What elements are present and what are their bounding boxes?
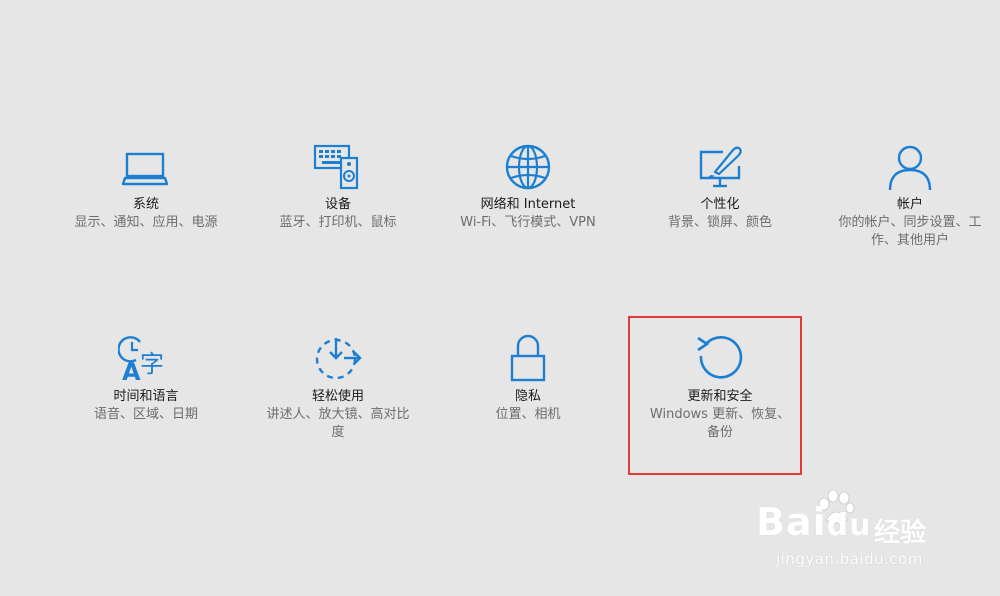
- watermark-subtitle: 经验: [874, 518, 927, 548]
- tile-description: 位置、相机: [495, 407, 561, 422]
- tile-accounts[interactable]: 帐户 你的帐户、同步设置、工作、其他用户: [820, 144, 1000, 250]
- svg-text:A: A: [122, 358, 141, 382]
- tile-description: 显示、通知、应用、电源: [74, 215, 218, 230]
- tile-title: 设备: [324, 197, 351, 212]
- tile-title: 个性化: [700, 197, 740, 212]
- tile-description: 语音、区域、日期: [93, 407, 198, 422]
- tile-title: 帐户: [896, 197, 923, 212]
- tile-update-security[interactable]: 更新和安全 Windows 更新、恢复、备份: [630, 334, 810, 442]
- tile-devices[interactable]: 设备 蓝牙、打印机、鼠标: [248, 144, 428, 232]
- tile-description: 讲述人、放大镜、高对比度: [266, 407, 410, 440]
- lock-icon: [438, 334, 618, 382]
- tile-ease-of-access[interactable]: 轻松使用 讲述人、放大镜、高对比度: [248, 334, 428, 442]
- tile-description: Windows 更新、恢复、备份: [649, 407, 791, 440]
- tile-privacy[interactable]: 隐私 位置、相机: [438, 334, 618, 424]
- personalization-icon: [630, 144, 810, 190]
- tile-description: 背景、锁屏、颜色: [667, 215, 772, 230]
- tile-title: 系统: [132, 197, 159, 212]
- ease-of-access-icon: [248, 334, 428, 382]
- tile-title: 轻松使用: [311, 389, 364, 404]
- person-icon: [820, 144, 1000, 190]
- devices-icon: [248, 144, 428, 190]
- tile-personalization[interactable]: 个性化 背景、锁屏、颜色: [630, 144, 810, 232]
- tile-title: 更新和安全: [687, 389, 753, 404]
- tile-network[interactable]: 网络和 Internet Wi-Fi、飞行模式、VPN: [438, 144, 618, 232]
- svg-text:字: 字: [140, 350, 164, 378]
- watermark-logo: Baidu: [756, 500, 872, 544]
- tile-system[interactable]: 系统 显示、通知、应用、电源: [56, 144, 236, 232]
- tile-description: 你的帐户、同步设置、工作、其他用户: [838, 215, 982, 248]
- tile-title: 隐私: [514, 389, 541, 404]
- update-icon: [630, 334, 810, 382]
- tile-description: 蓝牙、打印机、鼠标: [279, 215, 397, 230]
- laptop-icon: [56, 144, 236, 190]
- tile-title: 时间和语言: [113, 389, 179, 404]
- watermark-url: jingyan.baidu.com: [776, 550, 923, 568]
- baidu-watermark: Baidu 经验 jingyan.baidu.com: [756, 490, 946, 582]
- globe-icon: [438, 144, 618, 190]
- tile-time-language[interactable]: A 字 时间和语言 语音、区域、日期: [56, 334, 236, 424]
- tile-description: Wi-Fi、飞行模式、VPN: [460, 215, 596, 230]
- tile-title: 网络和 Internet: [480, 197, 576, 212]
- time-language-icon: A 字: [56, 334, 236, 382]
